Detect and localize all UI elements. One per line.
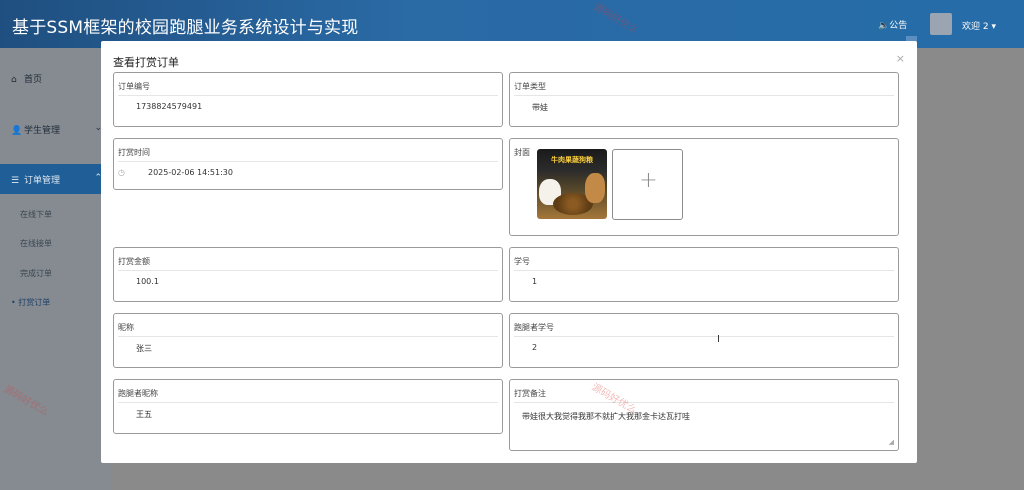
clock-icon: ◷ (118, 168, 125, 177)
field-value: 带娃很大我觉得我那不就扩大我那金卡达瓦打哇 (522, 412, 690, 421)
field-label: 订单类型 (514, 82, 546, 91)
divider (118, 402, 498, 403)
resize-handle-icon[interactable]: ◢ (889, 438, 894, 446)
field-tip-note: 打赏备注 带娃很大我觉得我那不就扩大我那金卡达瓦打哇 ◢ (509, 379, 899, 451)
divider (514, 336, 894, 337)
divider (118, 95, 498, 96)
field-label: 昵称 (118, 323, 134, 332)
field-order-type: 订单类型 带娃 (509, 72, 899, 127)
dog-shape (585, 173, 605, 203)
avatar[interactable] (930, 13, 952, 35)
home-icon: ⌂ (11, 75, 17, 85)
field-student-id: 学号 1 (509, 247, 899, 302)
text-cursor-icon: I (717, 334, 720, 345)
upload-button[interactable]: + (612, 149, 683, 220)
tip-note-textarea[interactable]: 带娃很大我觉得我那不就扩大我那金卡达瓦打哇 ◢ (512, 404, 896, 448)
divider (514, 95, 894, 96)
view-tip-order-modal: 查看打赏订单 × 订单编号 1738824579491 订单类型 带娃 打赏时间… (101, 41, 917, 463)
field-label: 跑腿者昵称 (118, 389, 158, 398)
sidebar-item-home[interactable]: ⌂ 首页 (0, 72, 112, 85)
sidebar-item-label: 首页 (24, 75, 43, 85)
field-value[interactable]: 1738824579491 (136, 102, 202, 111)
welcome-menu[interactable]: 欢迎 2 ▾ (962, 19, 996, 32)
sidebar-item-label: 学生管理 (24, 126, 61, 136)
field-runner-nickname: 跑腿者昵称 王五 (113, 379, 503, 434)
field-value[interactable]: 带娃 (532, 102, 548, 113)
list-icon: ☰ (11, 176, 20, 186)
sidebar-subitem[interactable]: 在线下单 (20, 209, 52, 220)
sidebar-item-orders[interactable]: ☰ 订单管理 ⌃ (0, 173, 112, 186)
divider (118, 270, 498, 271)
field-label: 订单编号 (118, 82, 150, 91)
field-order-no: 订单编号 1738824579491 (113, 72, 503, 127)
sidebar-subitem[interactable]: 完成订单 (20, 268, 52, 279)
app-title: 基于SSM框架的校园跑腿业务系统设计与实现 (12, 18, 359, 38)
cover-image[interactable]: 牛肉果蔬狗粮 (537, 149, 607, 219)
notice-link[interactable]: 🔈公告 (878, 18, 907, 31)
field-cover: 封面 牛肉果蔬狗粮 + (509, 138, 899, 236)
active-bullet: • (11, 298, 16, 307)
field-runner-id: 跑腿者学号 2 (509, 313, 899, 368)
field-value[interactable]: 1 (532, 277, 537, 286)
cover-image-text: 牛肉果蔬狗粮 (551, 156, 593, 164)
field-label: 打赏时间 (118, 148, 150, 157)
field-value[interactable]: 张三 (136, 343, 152, 354)
plus-icon: + (639, 168, 658, 193)
field-label: 学号 (514, 257, 530, 266)
field-tip-amount: 打赏金额 100.1 (113, 247, 503, 302)
field-label: 打赏备注 (514, 389, 546, 398)
sidebar (0, 48, 112, 490)
divider (118, 161, 498, 162)
field-label: 打赏金额 (118, 257, 150, 266)
sidebar-subitem-active[interactable]: • 打赏订单 (11, 297, 50, 308)
field-value[interactable]: 2 (532, 343, 537, 352)
divider (514, 402, 894, 403)
divider (118, 336, 498, 337)
field-label: 封面 (514, 148, 530, 157)
field-value[interactable]: 100.1 (136, 277, 159, 286)
sidebar-item-label: 订单管理 (24, 176, 61, 186)
field-value[interactable]: 王五 (136, 409, 152, 420)
user-icon: 👤 (11, 126, 23, 136)
field-label: 跑腿者学号 (514, 323, 554, 332)
modal-title: 查看打赏订单 (113, 56, 179, 69)
field-nickname: 昵称 张三 (113, 313, 503, 368)
sidebar-subitem-label: 打赏订单 (18, 298, 51, 307)
sidebar-item-students[interactable]: 👤 学生管理 ⌄ (0, 123, 112, 136)
divider (514, 270, 894, 271)
close-icon[interactable]: × (896, 52, 905, 65)
field-tip-time: 打赏时间 ◷ 2025-02-06 14:51:30 (113, 138, 503, 190)
sidebar-subitem[interactable]: 在线接单 (20, 238, 52, 249)
field-value[interactable]: 2025-02-06 14:51:30 (148, 168, 233, 177)
